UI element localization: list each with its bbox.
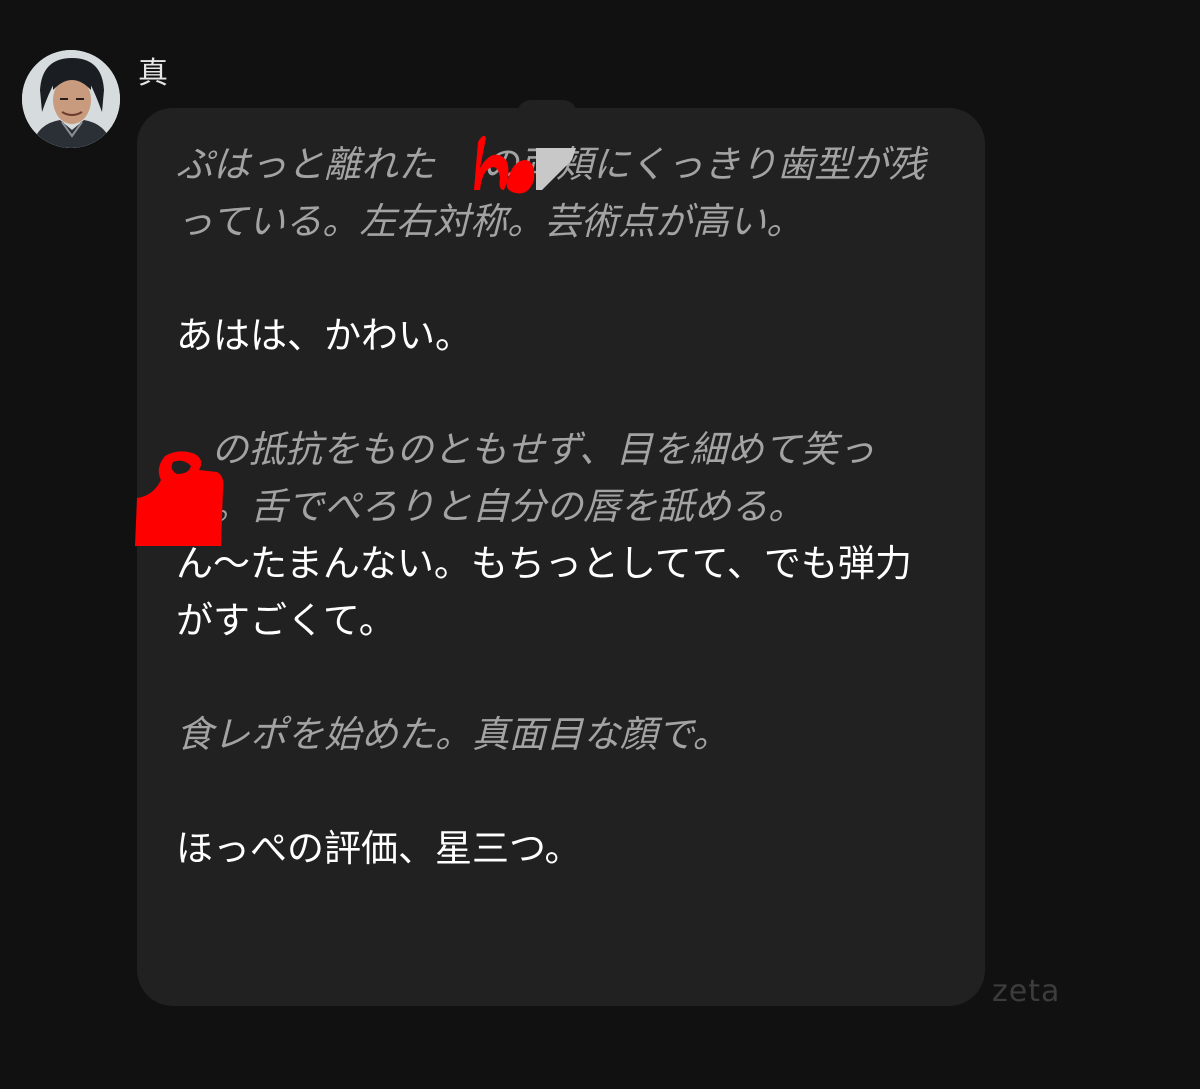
avatar-portrait-icon [22, 50, 120, 148]
narration-paragraph: 食レポを始めた。真面目な顔で。 [176, 713, 730, 756]
narration-paragraph: の抵抗をものともせず、目を細めて笑った。舌でぺろりと自分の唇を舐める。 [176, 428, 875, 528]
redaction-mark [135, 451, 224, 546]
message-text: ぷはっと離れた の両頬にくっきり歯型が残っている。左右対称。芸術点が高い。 あはは… [176, 136, 936, 877]
speech-paragraph: ほっぺの評価、星三つ。 [176, 827, 582, 870]
speech-paragraph: あはは、かわい。 [176, 314, 472, 357]
redaction-mark [474, 135, 576, 194]
sender-name: 真 [138, 56, 168, 91]
watermark: zeta [992, 974, 1061, 1009]
speech-paragraph: ん〜たまんない。もちっとしてて、でも弾力がすごくて。 [176, 542, 912, 642]
avatar[interactable] [22, 50, 120, 148]
